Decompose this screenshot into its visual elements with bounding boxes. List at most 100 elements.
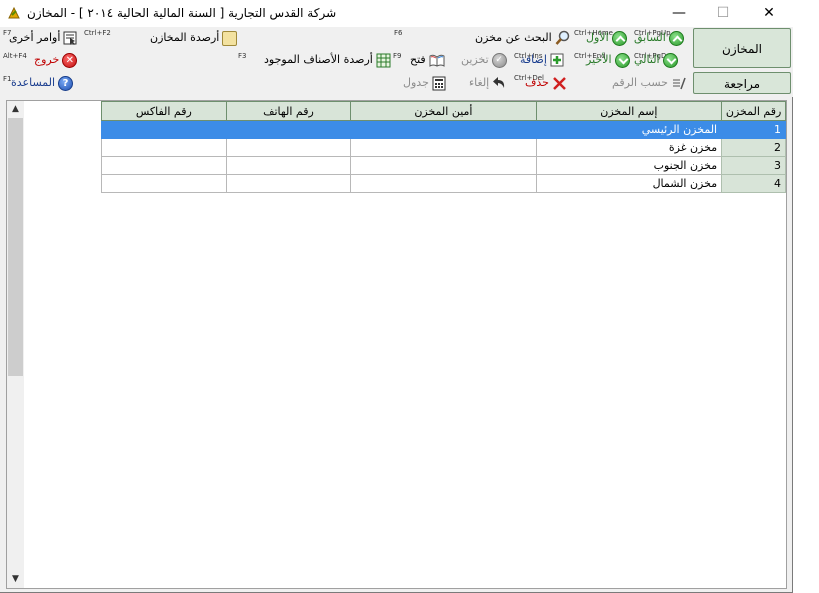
open-book-icon	[429, 54, 445, 67]
add-icon	[550, 53, 564, 66]
add-label: إضافة	[520, 53, 547, 66]
exit-label: خروج	[34, 53, 60, 66]
previous-button[interactable]: السابق	[634, 29, 684, 47]
next-label: التالي	[634, 53, 660, 66]
next-button[interactable]: التالي	[634, 51, 678, 69]
cell-store-keeper[interactable]	[350, 174, 537, 193]
delete-button[interactable]: حذف	[525, 74, 567, 92]
cell-phone[interactable]	[225, 138, 352, 157]
add-button[interactable]: إضافة	[520, 51, 565, 69]
item-balances-label: أرصدة الأصناف الموجود	[264, 53, 373, 66]
sort-by-number-label: حسب الرقم	[612, 76, 668, 89]
app-window: شركة القدس التجارية [ السنة المالية الحا…	[0, 0, 793, 593]
last-label: الأخير	[586, 53, 612, 66]
maximize-button[interactable]: ☐	[700, 0, 746, 27]
cell-store-name[interactable]: مخزن الشمال	[535, 174, 723, 193]
table-button[interactable]: جدول	[403, 74, 446, 92]
column-header-store-keeper[interactable]: أمين المخزن	[350, 101, 537, 121]
list-cursor-icon	[63, 31, 77, 45]
stores-button[interactable]: المخازن	[693, 28, 791, 68]
cell-store-number[interactable]: 1	[721, 120, 786, 139]
item-balances-button[interactable]: أرصدة الأصناف الموجود	[264, 51, 391, 69]
check-icon: ✓	[491, 52, 507, 68]
first-button[interactable]: الأول	[586, 29, 627, 47]
cell-store-number[interactable]: 4	[721, 174, 786, 193]
previous-label: السابق	[634, 31, 666, 44]
store-balances-button[interactable]: أرصدة المخازن	[150, 29, 238, 47]
cell-store-number[interactable]: 2	[721, 138, 786, 157]
cell-store-name[interactable]: مخزن الجنوب	[535, 156, 723, 175]
app-logo-icon	[8, 6, 20, 19]
search-icon	[555, 30, 569, 45]
store-balances-label: أرصدة المخازن	[150, 31, 220, 44]
column-header-fax[interactable]: رقم الفاكس	[101, 101, 227, 121]
cancel-label: إلغاء	[469, 76, 490, 89]
column-header-store-number[interactable]: رقم المخزن	[721, 101, 786, 121]
arrow-first-icon	[611, 30, 627, 46]
cell-store-name[interactable]: المخزن الرئيسي	[535, 120, 723, 139]
other-commands-label: أوامر أخرى	[9, 31, 61, 44]
search-button[interactable]: البحث عن مخزن	[475, 29, 571, 47]
sort-icon	[672, 77, 686, 89]
cell-store-keeper[interactable]	[350, 156, 537, 175]
cancel-button[interactable]: إلغاء	[469, 74, 507, 92]
table-row[interactable]: 1 المخزن الرئيسي	[101, 120, 786, 139]
cell-phone[interactable]	[225, 120, 352, 139]
balances-shortcut: Ctrl+F2	[84, 29, 111, 37]
stores-grid-panel: ▲ ▼ رقم المخزن إسم المخزن أمين المخزن رق…	[6, 100, 787, 589]
save-button[interactable]: تخزين ✓	[461, 51, 507, 69]
arrow-down-icon	[662, 52, 678, 68]
open-label: فتح	[410, 53, 426, 66]
sort-by-number-button[interactable]: حسب الرقم	[612, 74, 686, 92]
arrow-up-icon	[668, 30, 684, 46]
help-label: المساعدة	[11, 76, 56, 89]
cell-phone[interactable]	[225, 156, 352, 175]
exit-button[interactable]: خروج ✕	[34, 51, 78, 69]
undo-icon	[493, 76, 505, 88]
exit-x-icon: ✕	[62, 52, 78, 68]
close-button[interactable]: ✕	[746, 0, 792, 27]
column-header-phone[interactable]: رقم الهاتف	[225, 101, 352, 121]
spreadsheet-icon	[376, 53, 391, 67]
column-header-store-name[interactable]: إسم المخزن	[535, 101, 723, 121]
arrow-last-icon	[614, 52, 630, 68]
cell-fax[interactable]	[101, 174, 227, 193]
item-balances-shortcut: F3	[238, 52, 247, 60]
delete-x-icon	[553, 76, 566, 90]
last-button[interactable]: الأخير	[586, 51, 630, 69]
toolbar: Ctrl+PgUp السابق Ctrl+Home الأول F6 البح…	[0, 27, 793, 97]
scroll-down-icon[interactable]: ▼	[7, 571, 24, 588]
document-icon	[222, 30, 238, 46]
table-row[interactable]: 2 مخزن غزة	[101, 138, 786, 157]
save-label: تخزين	[461, 53, 489, 66]
cell-phone[interactable]	[225, 174, 352, 193]
scroll-up-icon[interactable]: ▲	[7, 101, 24, 118]
cell-fax[interactable]	[101, 120, 227, 139]
window-title: شركة القدس التجارية [ السنة المالية الحا…	[27, 6, 337, 20]
help-button[interactable]: المساعدة ?	[11, 74, 74, 92]
table-row[interactable]: 3 مخزن الجنوب	[101, 156, 786, 175]
cell-store-name[interactable]: مخزن غزة	[535, 138, 723, 157]
cell-fax[interactable]	[101, 156, 227, 175]
delete-label: حذف	[525, 76, 549, 89]
search-shortcut: F6	[394, 29, 403, 37]
exit-shortcut: Alt+F4	[3, 52, 27, 60]
open-shortcut: F9	[393, 52, 402, 60]
open-button[interactable]: فتح	[410, 51, 445, 69]
calculator-icon	[432, 76, 446, 90]
vertical-scrollbar[interactable]: ▲ ▼	[7, 101, 24, 588]
search-label: البحث عن مخزن	[475, 31, 552, 44]
cell-fax[interactable]	[101, 138, 227, 157]
review-button[interactable]: مراجعة	[693, 72, 791, 94]
first-label: الأول	[586, 31, 609, 44]
table-header-row: رقم المخزن إسم المخزن أمين المخزن رقم ال…	[101, 101, 786, 121]
table-row[interactable]: 4 مخزن الشمال	[101, 174, 786, 193]
stores-table: رقم المخزن إسم المخزن أمين المخزن رقم ال…	[101, 101, 786, 193]
scrollbar-thumb[interactable]	[8, 118, 23, 376]
cell-store-keeper[interactable]	[350, 138, 537, 157]
minimize-button[interactable]: —	[656, 0, 702, 27]
cell-store-number[interactable]: 3	[721, 156, 786, 175]
other-commands-button[interactable]: أوامر أخرى	[9, 29, 78, 47]
cell-store-keeper[interactable]	[350, 120, 537, 139]
help-question-icon: ?	[58, 75, 74, 91]
